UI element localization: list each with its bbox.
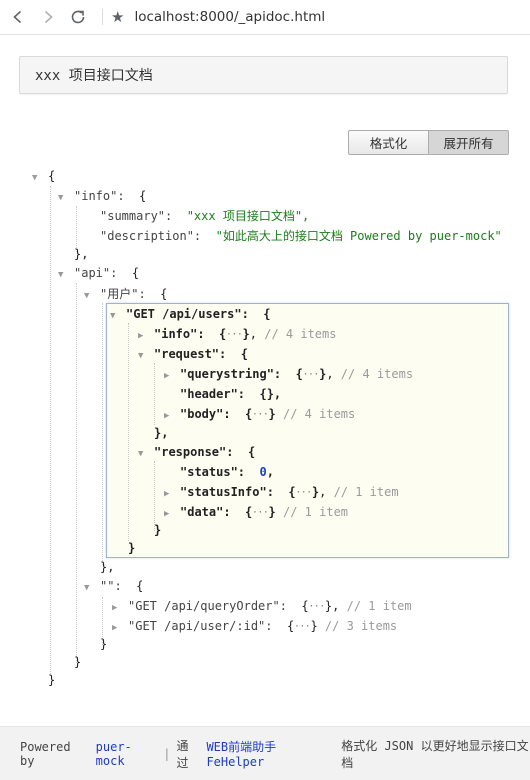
tree-row-request[interactable]: ▼ "request": { bbox=[138, 345, 248, 363]
tree-row-info-close: }, bbox=[74, 247, 89, 261]
tree-row-status: "status": 0, bbox=[180, 465, 274, 479]
tree-row-api: ▼ "api": { bbox=[58, 264, 139, 282]
tree-row-get-users-close: } bbox=[128, 541, 136, 555]
collapse-arrow-icon[interactable]: ▼ bbox=[84, 579, 94, 597]
indent-guide bbox=[128, 323, 129, 541]
tree-row-user-id[interactable]: ▶ "GET /api/user/:id": {···} // 3 items bbox=[112, 617, 397, 635]
tree-row-api-close: } bbox=[74, 655, 82, 669]
expand-arrow-icon[interactable]: ▶ bbox=[164, 407, 174, 425]
json-tree: ▼{ ▼ "info": { "summary": "xxx 项目接口文档", "… bbox=[0, 0, 530, 700]
tree-row-users-group-close: }, bbox=[100, 560, 115, 574]
footer-tail: 格式化 JSON 以更好地显示接口文档 bbox=[341, 738, 529, 770]
ellipsis-icon[interactable]: ··· bbox=[294, 618, 310, 636]
footer-separator: | bbox=[163, 746, 171, 761]
tree-row-get-users[interactable]: ▼ "GET /api/users": { bbox=[110, 305, 271, 323]
collapse-arrow-icon[interactable]: ▼ bbox=[138, 445, 148, 463]
indent-guide bbox=[102, 303, 103, 565]
fehelper-link[interactable]: WEB前端助手 FeHelper bbox=[206, 738, 334, 769]
footer-powered-by: Powered by bbox=[20, 739, 71, 768]
puer-mock-link[interactable]: puer-mock bbox=[96, 740, 158, 768]
tree-row-info: ▼ "info": { bbox=[58, 187, 146, 205]
tree-row-users-group: ▼ "用户": { bbox=[84, 285, 167, 303]
footer-via: 通过 bbox=[176, 738, 189, 770]
tree-row-g-info[interactable]: ▶ "info": {···}, // 4 items bbox=[138, 325, 336, 343]
expand-arrow-icon[interactable]: ▶ bbox=[164, 505, 174, 523]
indent-guide bbox=[76, 283, 77, 663]
expand-arrow-icon[interactable]: ▶ bbox=[164, 485, 174, 503]
indent-guide bbox=[50, 186, 51, 676]
tree-row-header: "header": {}, bbox=[180, 387, 282, 401]
ellipsis-icon[interactable]: ··· bbox=[252, 504, 268, 522]
expand-arrow-icon[interactable]: ▶ bbox=[112, 599, 122, 617]
ellipsis-icon[interactable]: ··· bbox=[252, 406, 268, 424]
tree-row-response-close: } bbox=[154, 523, 162, 537]
expand-arrow-icon[interactable]: ▶ bbox=[164, 367, 174, 385]
tree-row-summary: "summary": "xxx 项目接口文档", bbox=[100, 209, 310, 223]
tree-row-query-order[interactable]: ▶ "GET /api/queryOrder": {···}, // 1 item bbox=[112, 597, 412, 615]
collapse-arrow-icon[interactable]: ▼ bbox=[58, 266, 68, 284]
ellipsis-icon[interactable]: ··· bbox=[303, 366, 319, 384]
tree-row-data[interactable]: ▶ "data": {···} // 1 item bbox=[164, 503, 348, 521]
tree-row-request-close: }, bbox=[154, 426, 169, 440]
tree-row-status-info[interactable]: ▶ "statusInfo": {···}, // 1 item bbox=[164, 483, 399, 501]
ellipsis-icon[interactable]: ··· bbox=[309, 598, 325, 616]
indent-guide bbox=[154, 363, 155, 425]
tree-row-response[interactable]: ▼ "response": { bbox=[138, 443, 255, 461]
expand-arrow-icon[interactable]: ▶ bbox=[112, 619, 122, 637]
tree-row-root: ▼{ bbox=[32, 167, 55, 185]
tree-row-empty-group-close: } bbox=[100, 637, 108, 651]
expand-arrow-icon[interactable]: ▶ bbox=[138, 327, 148, 345]
collapse-arrow-icon[interactable]: ▼ bbox=[84, 287, 94, 305]
tree-row-description: "description": "如此高大上的接口文档 Powered by pu… bbox=[100, 229, 502, 243]
ellipsis-icon[interactable]: ··· bbox=[296, 484, 312, 502]
tree-row-empty-group: ▼ "": { bbox=[84, 577, 143, 595]
tree-row-querystring[interactable]: ▶ "querystring": {···}, // 4 items bbox=[164, 365, 413, 383]
collapse-arrow-icon[interactable]: ▼ bbox=[138, 347, 148, 365]
tree-row-body[interactable]: ▶ "body": {···} // 4 items bbox=[164, 405, 355, 423]
collapse-arrow-icon[interactable]: ▼ bbox=[32, 169, 42, 187]
collapse-arrow-icon[interactable]: ▼ bbox=[58, 189, 68, 207]
tree-row-root-close: } bbox=[48, 673, 56, 687]
page-footer: Powered by puer-mock | 通过 WEB前端助手 FeHelper… bbox=[0, 726, 530, 780]
ellipsis-icon[interactable]: ··· bbox=[226, 326, 242, 344]
collapse-arrow-icon[interactable]: ▼ bbox=[110, 307, 120, 325]
